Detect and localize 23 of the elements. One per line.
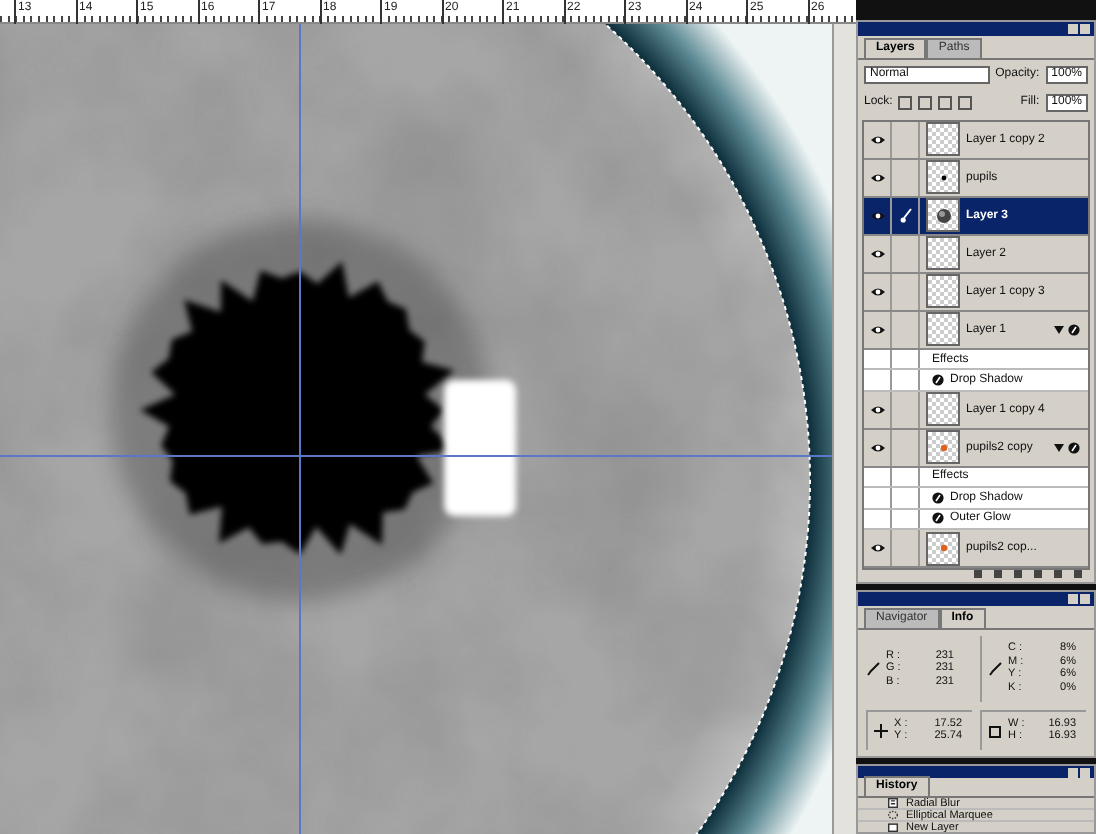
scrollbar[interactable]: [832, 24, 856, 834]
eye-icon[interactable]: [869, 403, 885, 416]
eye-icon[interactable]: [869, 323, 885, 336]
effect-icon: [1068, 323, 1080, 336]
effect-icon: [1068, 441, 1080, 454]
ellipse-icon: [888, 810, 898, 820]
eye-icon[interactable]: [869, 285, 885, 298]
eye-icon[interactable]: [869, 209, 885, 222]
eye-icon[interactable]: [869, 133, 885, 146]
eyedropper-icon: [866, 661, 880, 676]
expand-triangle-icon: [1054, 325, 1064, 334]
expand-triangle-icon: [1054, 443, 1064, 452]
brush-icon: [899, 207, 911, 224]
document-icon: [888, 822, 898, 832]
eye-icon[interactable]: [869, 247, 885, 260]
eye-icon[interactable]: [869, 171, 885, 184]
document-icon: [888, 798, 898, 808]
thumbnail-mark: [933, 205, 953, 226]
eye-icon[interactable]: [869, 441, 885, 454]
eye-icon[interactable]: [869, 542, 885, 554]
eyedropper-icon: [988, 661, 1002, 676]
selection-size-icon: [988, 723, 1002, 738]
crosshair-icon: [874, 723, 888, 738]
